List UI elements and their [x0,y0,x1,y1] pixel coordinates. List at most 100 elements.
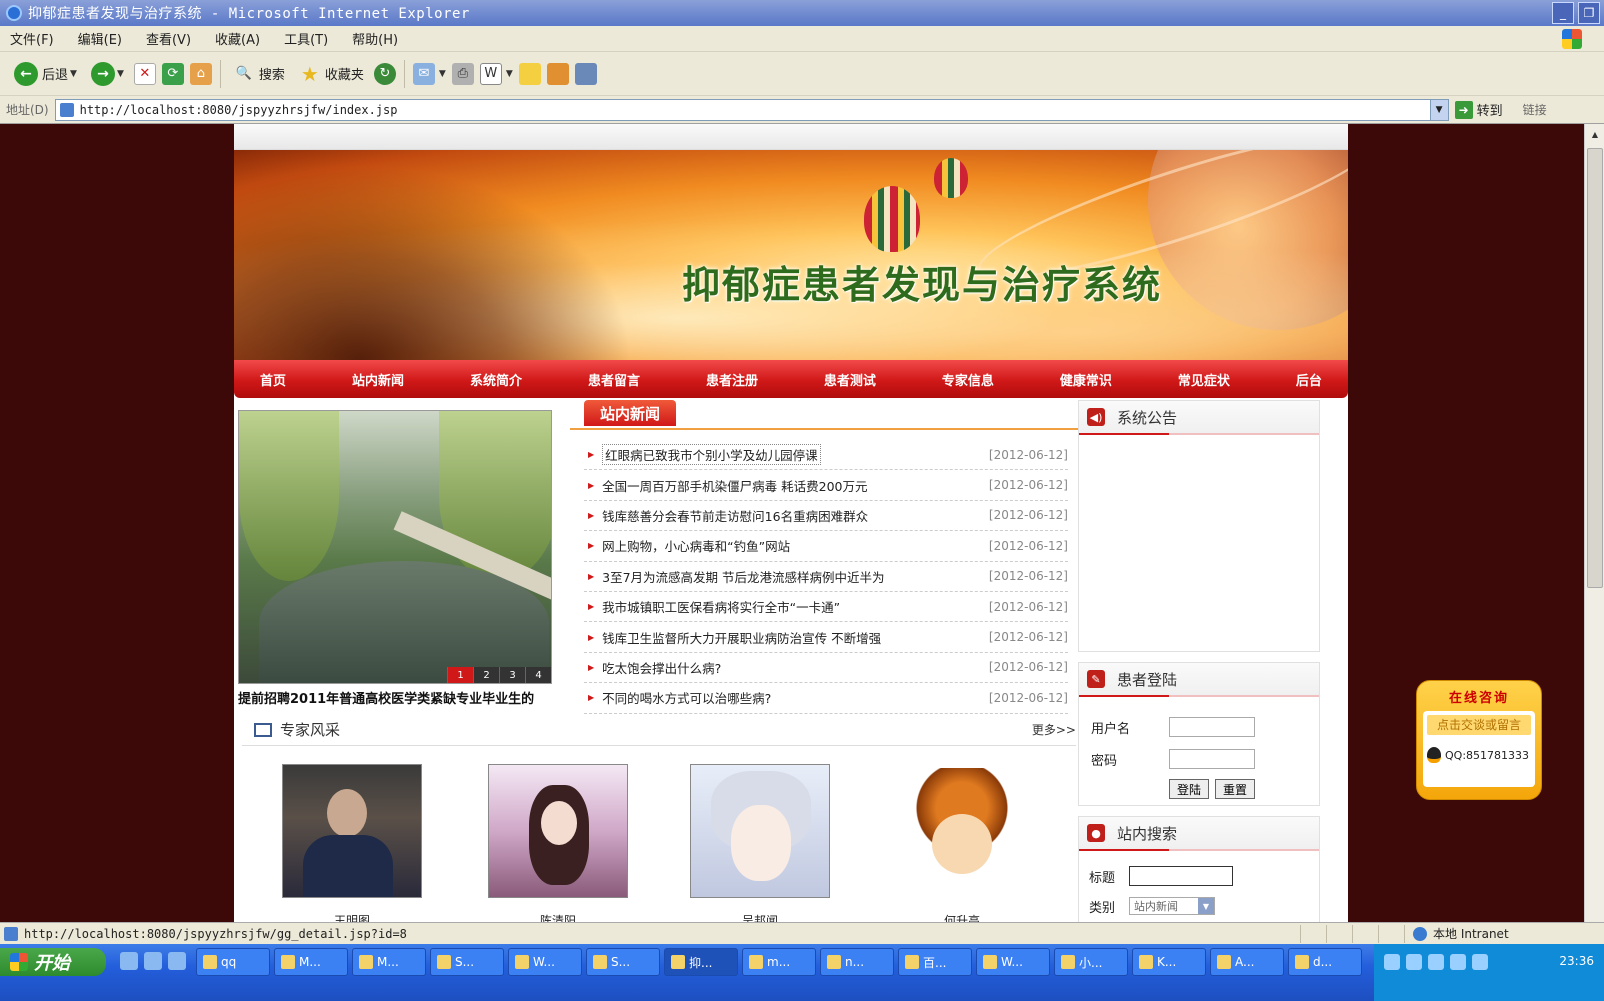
news-item[interactable]: ▶ 3至7月为流感高发期 节后龙港流感样病例中近半为 [2012-06-12] [584,562,1068,592]
back-dropdown-icon[interactable]: ▼ [70,69,77,79]
news-title[interactable]: 钱库慈善分会春节前走访慰问16名重病困难群众 [602,506,988,525]
slide-page-2[interactable]: 2 [473,667,499,683]
menu-view[interactable]: 查看(V) [146,29,191,48]
news-item[interactable]: ▶ 不同的喝水方式可以治哪些病? [2012-06-12] [584,683,1068,714]
task-button[interactable]: W... [508,948,582,976]
edit-icon[interactable]: W [479,62,502,85]
news-item[interactable]: ▶ 钱库卫生监督所大力开展职业病防治宣传 不断增强 [2012-06-12] [584,622,1068,653]
discuss-icon[interactable] [518,62,541,85]
menu-help[interactable]: 帮助(H) [352,29,398,48]
app-tray-icon[interactable] [1472,954,1488,970]
news-item[interactable]: ▶ 网上购物，小心病毒和“钓鱼”网站 [2012-06-12] [584,531,1068,562]
nav-home[interactable]: 首页 [260,370,286,389]
research-icon[interactable] [546,62,569,85]
news-item[interactable]: ▶ 红眼病已致我市个别小学及幼儿园停课 [2012-06-12] [584,440,1068,471]
login-button[interactable]: 登陆 [1169,779,1209,799]
nav-experts[interactable]: 专家信息 [942,370,994,389]
scroll-up-icon[interactable]: ▲ [1587,126,1603,142]
mail-dropdown-icon[interactable]: ▼ [439,69,446,79]
news-title[interactable]: 全国一周百万部手机染僵尸病毒 耗话费200万元 [602,476,988,495]
news-title[interactable]: 红眼病已致我市个别小学及幼儿园停课 [602,444,821,466]
task-button[interactable]: W... [976,948,1050,976]
qq-tray-icon[interactable] [1428,954,1444,970]
refresh-icon[interactable]: ⟳ [161,62,184,85]
address-url[interactable]: http://localhost:8080/jspyyzhrsjfw/index… [80,103,398,117]
experts-more-link[interactable]: 更多>> [1032,721,1076,738]
forward-dropdown-icon[interactable]: ▼ [117,69,124,79]
mail-icon[interactable]: ✉ [412,62,435,85]
clock[interactable]: 23:36 [1559,954,1594,968]
consult-qq[interactable]: QQ:851781333 [1427,747,1531,763]
search-button[interactable]: 🔍 搜索 [229,57,289,91]
menu-edit[interactable]: 编辑(E) [78,29,122,48]
address-input[interactable]: http://localhost:8080/jspyyzhrsjfw/index… [54,98,1449,121]
online-consult-widget[interactable]: 在线咨询 点击交谈或留言 QQ:851781333 [1416,680,1542,800]
nav-symptoms[interactable]: 常见症状 [1178,370,1230,389]
history-icon[interactable]: ↻ [373,62,396,85]
scroll-thumb[interactable] [1587,148,1603,588]
volume-tray-icon[interactable] [1450,954,1466,970]
slide-page-3[interactable]: 3 [499,667,525,683]
task-button[interactable]: K... [1132,948,1206,976]
search-title-input[interactable] [1129,866,1233,886]
task-button[interactable]: qq [196,948,270,976]
nav-intro[interactable]: 系统简介 [470,370,522,389]
task-button[interactable]: M... [352,948,426,976]
username-input[interactable] [1169,717,1255,737]
task-button[interactable]: d... [1288,948,1362,976]
task-button[interactable]: m... [742,948,816,976]
restore-button[interactable]: ❐ [1578,2,1600,24]
news-item[interactable]: ▶ 吃太饱会撑出什么病? [2012-06-12] [584,653,1068,684]
slide-page-4[interactable]: 4 [525,667,551,683]
minimize-button[interactable]: _ [1552,2,1574,24]
news-title[interactable]: 钱库卫生监督所大力开展职业病防治宣传 不断增强 [602,628,988,647]
news-item[interactable]: ▶ 钱库慈善分会春节前走访慰问16名重病困难群众 [2012-06-12] [584,501,1068,532]
news-tab[interactable]: 站内新闻 [584,400,677,426]
password-input[interactable] [1169,749,1255,769]
go-button[interactable]: ➜ 转到 [1454,100,1503,119]
expert-photo[interactable] [892,764,1032,898]
edit-dropdown-icon[interactable]: ▼ [506,69,513,79]
nav-test[interactable]: 患者测试 [824,370,876,389]
messenger-icon[interactable] [574,62,597,85]
task-button[interactable]: S... [430,948,504,976]
back-button[interactable]: ← 后退 ▼ [10,57,81,91]
menu-favorites[interactable]: 收藏(A) [215,29,260,48]
nav-register[interactable]: 患者注册 [706,370,758,389]
slideshow-caption[interactable]: 提前招聘2011年普通高校医学类紧缺专业毕业生的 [238,688,552,707]
expert-photo[interactable] [282,764,422,898]
news-title[interactable]: 网上购物，小心病毒和“钓鱼”网站 [602,536,988,555]
news-item[interactable]: ▶ 我市城镇职工医保看病将实行全市“一卡通” [2012-06-12] [584,592,1068,623]
expert-photo[interactable] [690,764,830,898]
nav-messages[interactable]: 患者留言 [588,370,640,389]
news-title[interactable]: 不同的喝水方式可以治哪些病? [602,688,988,707]
address-dropdown-icon[interactable]: ▼ [1429,99,1448,120]
menu-tools[interactable]: 工具(T) [284,29,328,48]
task-button[interactable]: 百... [898,948,972,976]
ie-quicklaunch-icon[interactable] [120,952,138,970]
menu-file[interactable]: 文件(F) [10,29,54,48]
expert-photo[interactable] [488,764,628,898]
nav-admin[interactable]: 后台 [1296,370,1322,389]
task-button-active[interactable]: 抑... [664,948,738,976]
news-title[interactable]: 吃太饱会撑出什么病? [602,658,988,677]
nav-news[interactable]: 站内新闻 [352,370,404,389]
reset-button[interactable]: 重置 [1215,779,1255,799]
stop-icon[interactable]: ✕ [133,62,156,85]
print-icon[interactable]: ⎙ [451,62,474,85]
search-category-select[interactable]: 站内新闻 ▼ [1129,897,1215,915]
home-icon[interactable]: ⌂ [189,62,212,85]
consult-leave-message[interactable]: 点击交谈或留言 [1427,715,1531,735]
task-button[interactable]: M... [274,948,348,976]
media-quicklaunch-icon[interactable] [168,952,186,970]
favorites-button[interactable]: ★ 收藏夹 [295,57,368,91]
task-button[interactable]: A... [1210,948,1284,976]
news-title[interactable]: 我市城镇职工医保看病将实行全市“一卡通” [602,597,988,616]
slideshow-image[interactable]: 1 2 3 4 [238,410,552,684]
news-item[interactable]: ▶ 全国一周百万部手机染僵尸病毒 耗话费200万元 [2012-06-12] [584,470,1068,501]
news-title[interactable]: 3至7月为流感高发期 节后龙港流感样病例中近半为 [602,567,988,586]
start-button[interactable]: 开始 [0,948,106,976]
keyboard-tray-icon[interactable] [1384,954,1400,970]
vertical-scrollbar[interactable]: ▲ ▼ [1584,124,1604,940]
network-tray-icon[interactable] [1406,954,1422,970]
